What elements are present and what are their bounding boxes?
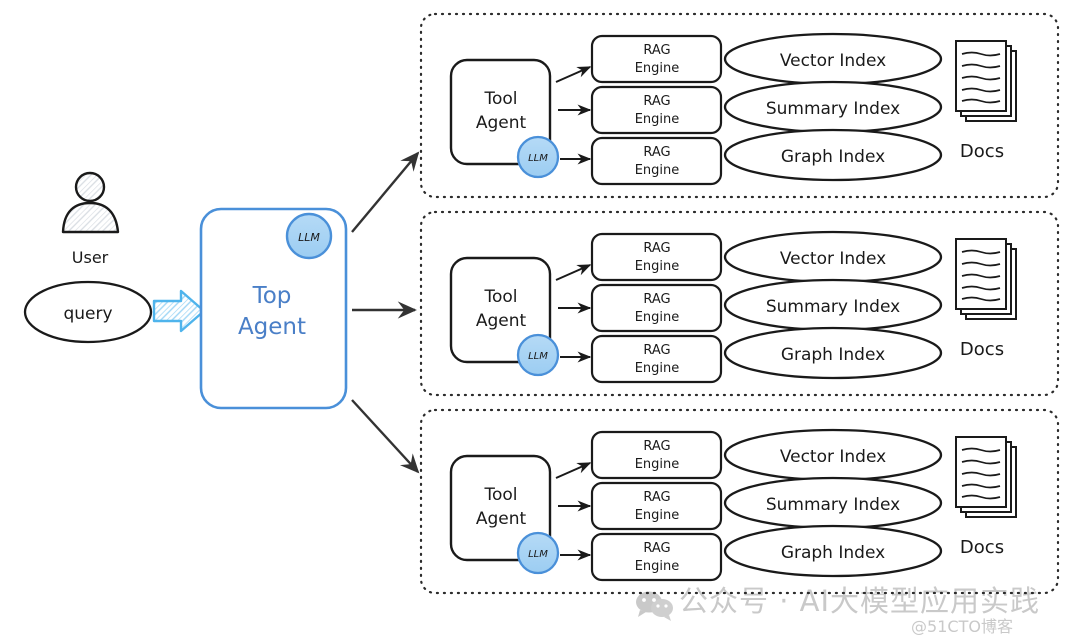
- group-3-engine-3-line1: RAG: [643, 541, 670, 556]
- group-1-index-1[interactable]: Vector Index: [723, 32, 943, 86]
- top-agent-llm-label: LLM: [298, 231, 320, 244]
- group-3-index-3[interactable]: Graph Index: [723, 524, 943, 578]
- block-arrow-right-icon: [152, 289, 206, 333]
- group-2-docs-label: Docs: [960, 339, 1004, 360]
- group-2-llm-label: LLM: [528, 351, 548, 362]
- group-3-llm-circle-icon: LLM: [516, 531, 560, 575]
- group-2-index-2-label: Summary Index: [766, 297, 900, 317]
- group-1-index-2-label: Summary Index: [766, 99, 900, 119]
- group-1-engine-1-line2: Engine: [635, 61, 680, 76]
- group-1-engine-1-line1: RAG: [643, 43, 670, 58]
- llm-circle-icon: LLM: [285, 212, 333, 260]
- group-1-index-2[interactable]: Summary Index: [723, 80, 943, 134]
- group-3-engine-3[interactable]: RAG Engine: [590, 532, 723, 582]
- group-1-engine-3-line1: RAG: [643, 145, 670, 160]
- group-2-engine-3[interactable]: RAG Engine: [590, 334, 723, 384]
- watermark-line1: 公众号 · AI大模型应用实践: [679, 584, 1040, 618]
- group-3-index-2[interactable]: Summary Index: [723, 476, 943, 530]
- group-2-tool-agent[interactable]: Tool Agent LLM: [449, 256, 560, 377]
- group-1-engine-2-line2: Engine: [635, 112, 680, 127]
- group-2-engine-1-line1: RAG: [643, 241, 670, 256]
- group-3-tool-agent-line2: Agent: [476, 509, 527, 529]
- diagram-canvas: 公众号 · AI大模型应用实践 @51CTO博客 User query Top …: [0, 0, 1080, 642]
- group-1-tool-agent-line2: Agent: [476, 113, 527, 133]
- group-2-engine-2-line2: Engine: [635, 310, 680, 325]
- group-3-engine-2-line2: Engine: [635, 508, 680, 523]
- group-3-index-2-label: Summary Index: [766, 495, 900, 515]
- user-label: User: [72, 248, 109, 267]
- agent-group-3: Tool Agent LLM RAG Engine RAG Engine RAG…: [419, 408, 1060, 595]
- group-3-engine-2-line1: RAG: [643, 490, 670, 505]
- group-2-tool-agent-line1: Tool: [483, 287, 517, 307]
- group-3-docs-label: Docs: [960, 537, 1004, 558]
- group-2-tool-agent-line2: Agent: [476, 311, 527, 331]
- group-1-engine-3-line2: Engine: [635, 163, 680, 178]
- group-3-engine-1[interactable]: RAG Engine: [590, 430, 723, 480]
- group-1-engine-2-line1: RAG: [643, 94, 670, 109]
- group-3-index-1[interactable]: Vector Index: [723, 428, 943, 482]
- group-3-engine-1-line2: Engine: [635, 457, 680, 472]
- group-3-docs[interactable]: Docs: [955, 436, 1017, 558]
- group-3-engine-2[interactable]: RAG Engine: [590, 481, 723, 531]
- group-3-document-stack-icon: [955, 436, 1017, 518]
- watermark-line2: @51CTO博客: [911, 617, 1013, 636]
- group-2-index-1-label: Vector Index: [780, 249, 886, 269]
- group-2-docs[interactable]: Docs: [955, 238, 1017, 360]
- agent-group-2: Tool Agent LLM RAG Engine RAG Engine RAG…: [419, 210, 1060, 397]
- watermark: 公众号 · AI大模型应用实践 @51CTO博客: [636, 584, 1040, 636]
- group-3-engine-3-line2: Engine: [635, 559, 680, 574]
- group-3-tool-agent-line1: Tool: [483, 485, 517, 505]
- group-1-document-stack-icon: [955, 40, 1017, 122]
- group-1-index-3[interactable]: Graph Index: [723, 128, 943, 182]
- query-node[interactable]: query: [23, 280, 153, 344]
- group-3-engine-1-line1: RAG: [643, 439, 670, 454]
- group-3-index-1-label: Vector Index: [780, 447, 886, 467]
- query-label: query: [63, 304, 112, 324]
- group-3-engine-connectors: [555, 462, 592, 561]
- group-2-index-2[interactable]: Summary Index: [723, 278, 943, 332]
- group-1-engine-3[interactable]: RAG Engine: [590, 136, 723, 186]
- group-2-engine-connectors: [555, 264, 592, 363]
- top-agent-label-line2: Agent: [238, 314, 306, 340]
- group-1-engine-2[interactable]: RAG Engine: [590, 85, 723, 135]
- group-3-tool-agent[interactable]: Tool Agent LLM: [449, 454, 560, 575]
- group-1-llm-label: LLM: [528, 153, 548, 164]
- diagram-root: 公众号 · AI大模型应用实践 @51CTO博客 User query Top …: [23, 12, 1060, 636]
- arrow-to-group-3: [351, 399, 420, 474]
- group-1-docs-label: Docs: [960, 141, 1004, 162]
- top-agent-label-line1: Top: [252, 283, 292, 309]
- user-person-icon: [61, 171, 120, 234]
- group-2-document-stack-icon: [955, 238, 1017, 320]
- group-2-engine-2[interactable]: RAG Engine: [590, 283, 723, 333]
- wechat-icon: [636, 591, 673, 621]
- group-1-index-3-label: Graph Index: [781, 147, 885, 167]
- group-1-llm-circle-icon: LLM: [516, 135, 560, 179]
- group-2-engine-1[interactable]: RAG Engine: [590, 232, 723, 282]
- group-2-engine-3-line1: RAG: [643, 343, 670, 358]
- group-2-llm-circle-icon: LLM: [516, 333, 560, 377]
- arrow-to-group-1: [351, 151, 420, 233]
- group-1-tool-agent[interactable]: Tool Agent LLM: [449, 58, 560, 179]
- group-1-engine-1[interactable]: RAG Engine: [590, 34, 723, 84]
- group-1-engine-connectors: [555, 66, 592, 165]
- group-1-tool-agent-line1: Tool: [483, 89, 517, 109]
- group-3-llm-label: LLM: [528, 549, 548, 560]
- group-2-engine-2-line1: RAG: [643, 292, 670, 307]
- agent-group-1: Tool Agent LLM RAG Engine RAG Engine RAG…: [419, 12, 1060, 199]
- group-1-docs[interactable]: Docs: [955, 40, 1017, 162]
- group-2-index-3-label: Graph Index: [781, 345, 885, 365]
- group-2-engine-3-line2: Engine: [635, 361, 680, 376]
- user-figure: User: [61, 171, 120, 267]
- group-2-index-1[interactable]: Vector Index: [723, 230, 943, 284]
- top-agent-node[interactable]: Top Agent LLM: [199, 207, 348, 410]
- group-2-index-3[interactable]: Graph Index: [723, 326, 943, 380]
- group-2-engine-1-line2: Engine: [635, 259, 680, 274]
- group-3-index-3-label: Graph Index: [781, 543, 885, 563]
- group-1-index-1-label: Vector Index: [780, 51, 886, 71]
